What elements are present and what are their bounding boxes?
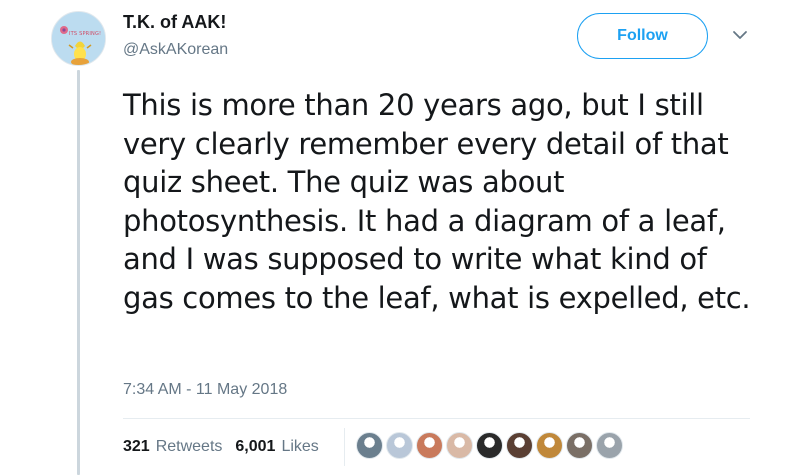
- stats-separator: [344, 428, 345, 466]
- likes-label: Likes: [281, 438, 319, 455]
- avatar-image: [52, 12, 105, 65]
- liker-avatar[interactable]: [536, 432, 563, 459]
- tweet-stats: 321 Retweets 6,001 Likes: [123, 437, 319, 457]
- user-handle[interactable]: @AskAKorean: [123, 41, 228, 59]
- liker-avatar[interactable]: [446, 432, 473, 459]
- tweet-text: This is more than 20 years ago, but I st…: [123, 88, 751, 315]
- liker-avatar[interactable]: [596, 432, 623, 459]
- retweets-stat[interactable]: 321 Retweets: [123, 438, 222, 456]
- liker-avatar[interactable]: [506, 432, 533, 459]
- liker-avatar[interactable]: [386, 432, 413, 459]
- likes-stat[interactable]: 6,001 Likes: [235, 438, 318, 456]
- liker-avatar[interactable]: [416, 432, 443, 459]
- tweet-card: ITS SPRING! T.K. of AAK! @AskAKorean Fol…: [0, 0, 800, 475]
- follow-button[interactable]: Follow: [577, 13, 708, 59]
- likes-count: 6,001: [235, 438, 276, 455]
- divider: [123, 418, 750, 419]
- thread-line: [77, 70, 80, 475]
- avatar[interactable]: ITS SPRING!: [51, 11, 106, 66]
- liker-avatar[interactable]: [476, 432, 503, 459]
- liker-avatar[interactable]: [356, 432, 383, 459]
- liker-avatar[interactable]: [566, 432, 593, 459]
- chevron-down-icon[interactable]: [729, 24, 751, 46]
- liker-avatars: [356, 432, 626, 459]
- retweets-count: 321: [123, 438, 150, 455]
- retweets-label: Retweets: [155, 438, 223, 455]
- avatar-caption: ITS SPRING!: [69, 31, 102, 37]
- tweet-timestamp[interactable]: 7:34 AM - 11 May 2018: [123, 381, 287, 399]
- display-name[interactable]: T.K. of AAK!: [123, 12, 226, 33]
